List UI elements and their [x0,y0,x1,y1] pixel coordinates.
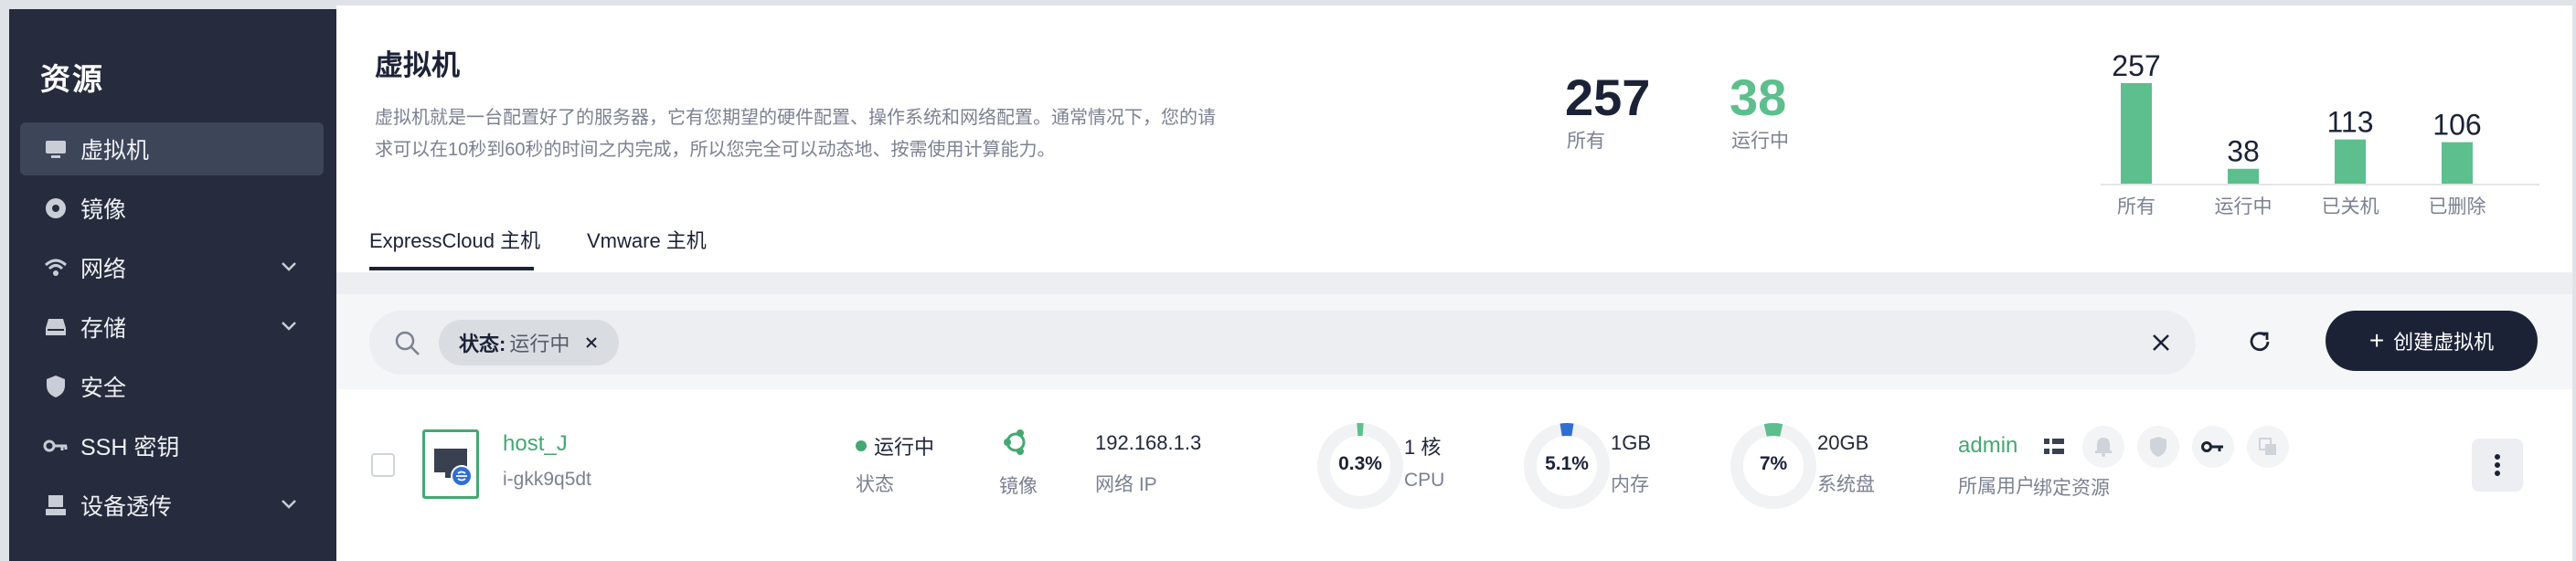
main-panel: 虚拟机 虚拟机就是一台配置好了的服务器，它有您期望的硬件配置、操作系统和网络配置… [336,5,2572,561]
memory-label: 内存 [1611,474,1649,495]
chart-category-label: 运行中 [2215,196,2273,217]
chart-category-label: 已删除 [2429,196,2486,217]
chip-key: 状态: [459,333,506,355]
search-input[interactable] [369,311,2196,375]
sidebar-item-label: 存储 [80,316,127,342]
sidebar-item-label: 镜像 [80,197,127,223]
chart-category-label: 所有 [2117,196,2156,217]
table-row[interactable] [336,389,2572,543]
sidebar-item-label: 安全 [80,376,127,401]
chip-value: 运行中 [509,333,570,355]
chevron-down-icon [282,262,296,271]
ubuntu-icon [1004,429,1026,455]
status-value: 运行中 [874,436,935,459]
sidebar-item-network[interactable]: 网络 [20,241,324,294]
row-checkbox[interactable] [371,453,395,477]
vm-name-link[interactable]: host_J [503,431,568,457]
key-icon[interactable] [2192,426,2234,468]
copy-icon[interactable] [2247,426,2289,468]
sidebar-item-security[interactable]: 安全 [20,360,324,413]
chevron-down-icon [282,500,296,509]
ip-value: 192.168.1.3 [1095,431,1202,454]
chart-bar [2228,168,2259,184]
chart-data-label: 38 [2227,135,2260,168]
create-vm-label: 创建虚拟机 [2393,331,2495,354]
drive-icon [42,313,69,341]
memory-usage-value: 5.1% [1545,453,1589,474]
wifi-icon [42,254,69,281]
sidebar-item-label: SSH 密钥 [80,435,180,460]
sidebar-item-label: 网络 [80,257,127,282]
disk-usage-value: 7% [1759,453,1788,474]
sidebar-item-vm[interactable]: 虚拟机 [20,122,324,175]
cpu-value: 1 核 [1404,436,1442,459]
owner-label: 所属用户 [1958,476,2035,497]
vm-os-icon [422,429,479,499]
sidebar-item-storage[interactable]: 存储 [20,301,324,354]
close-icon[interactable] [584,335,599,350]
search-icon [395,331,420,355]
status-filter-chip[interactable]: 状态: 运行中 [439,320,620,365]
chart-bar [2121,83,2152,184]
status-label: 状态 [856,474,894,495]
chart-data-label: 113 [2326,106,2373,139]
tab-expresscloud[interactable]: ExpressCloud 主机 [369,225,540,254]
more-actions-button[interactable] [2472,439,2523,492]
chart-bar [2335,139,2366,184]
disc-icon [42,195,69,222]
sidebar-item-passthrough[interactable]: 设备透传 [20,479,324,532]
page-title: 虚拟机 [375,49,460,81]
stat-running-value: 38 [1730,69,1787,126]
chart-data-label: 257 [2112,49,2160,82]
sidebar-item-image[interactable]: 镜像 [20,182,324,235]
vm-status-chart: 257 所有 38 运行中 113 已关机 106 已删除 [2101,49,2539,217]
bind-label: 绑定资源 [2033,478,2110,499]
description-line: 求可以在10秒到60秒的时间之内完成，所以您完全可以动态地、按需使用计算能力。 [375,140,1056,160]
divider [336,272,2572,294]
status-dot [856,440,867,451]
refresh-icon[interactable] [2245,327,2274,356]
plus-icon: + [2368,326,2385,355]
chart-bar [2442,142,2473,184]
owner-link[interactable]: admin [1958,433,2017,459]
tab-vmware[interactable]: Vmware 主机 [587,225,707,254]
description-line: 虚拟机就是一台配置好了的服务器，它有您期望的硬件配置、操作系统和网络配置。通常情… [375,108,1216,128]
image-label: 镜像 [999,476,1038,497]
ip-label: 网络 IP [1095,474,1157,495]
disk-label: 系统盘 [1817,474,1875,495]
stat-total-label: 所有 [1567,131,1605,152]
chart-category-label: 已关机 [2322,196,2379,217]
page-description: 虚拟机就是一台配置好了的服务器，它有您期望的硬件配置、操作系统和网络配置。通常情… [375,102,1298,166]
clear-search-icon[interactable] [2150,332,2172,354]
chevron-down-icon [282,322,296,331]
ring-fill [1559,423,1574,437]
more-vertical-icon [2495,454,2500,476]
vm-id: i-gkk9q5dt [503,469,591,490]
memory-value: 1GB [1611,431,1652,454]
bell-icon[interactable] [2082,426,2124,468]
sidebar-title: 资源 [40,62,104,96]
chart-data-label: 106 [2432,109,2481,142]
active-tab-indicator [369,267,534,270]
create-vm-button[interactable]: + 创建虚拟机 [2326,311,2538,371]
sidebar-item-ssh-keys[interactable]: SSH 密钥 [20,419,324,472]
key-icon [42,432,69,460]
stat-running-label: 运行中 [1731,131,1789,152]
cpu-usage-value: 0.3% [1338,453,1382,474]
sidebar: 资源 虚拟机 镜像 网络 存储 安全 SSH 密钥 设备透传 [9,9,336,561]
shield-icon [42,373,69,400]
ring-fill [1763,423,1783,437]
network-binding-icon[interactable] [2033,426,2075,468]
sidebar-item-label: 虚拟机 [80,138,150,164]
sidebar-item-label: 设备透传 [80,494,173,520]
stat-total-value: 257 [1565,69,1651,126]
device-icon [42,492,69,519]
disk-value: 20GB [1817,431,1869,454]
monitor-icon [42,135,69,163]
shield-icon[interactable] [2137,426,2179,468]
cpu-label: CPU [1404,470,1445,491]
